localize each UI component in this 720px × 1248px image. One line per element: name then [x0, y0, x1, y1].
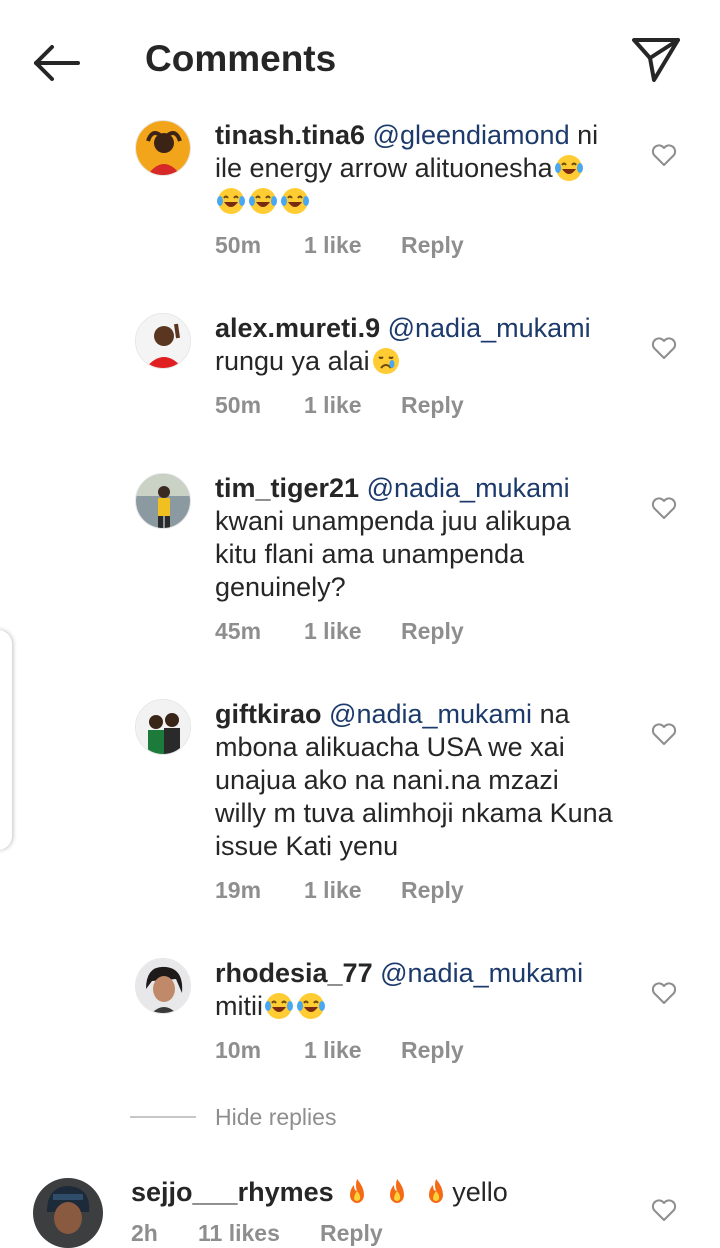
- comment-time: 50m: [215, 232, 262, 258]
- hide-replies-label: Hide replies: [215, 1104, 337, 1130]
- comment-username[interactable]: tim_tiger21: [215, 473, 359, 503]
- likes-count[interactable]: 1 like: [304, 232, 362, 259]
- comment-text: tim_tiger21 @nadia_mukami kwani unampend…: [215, 472, 615, 604]
- comment-time: 45m: [215, 618, 262, 644]
- comment-mention[interactable]: @nadia_mukami: [329, 699, 532, 729]
- fire-emoji-icon: [389, 1179, 404, 1203]
- fire-emoji-icon: [350, 1179, 365, 1203]
- laughing-tears-emoji-icon: [554, 155, 583, 181]
- heart-icon[interactable]: [651, 1198, 677, 1222]
- share-button[interactable]: [628, 34, 684, 84]
- comment-username[interactable]: sejjo___rhymes: [131, 1177, 334, 1207]
- reply-button[interactable]: Reply: [320, 1220, 383, 1247]
- avatar[interactable]: [135, 958, 191, 1014]
- likes-count[interactable]: 1 like: [304, 877, 362, 904]
- comment-time: 2h: [131, 1220, 158, 1246]
- comment-mention[interactable]: @nadia_mukami: [388, 313, 591, 343]
- hide-replies-toggle[interactable]: Hide replies: [130, 1104, 530, 1134]
- heart-icon[interactable]: [651, 496, 677, 520]
- likes-count[interactable]: 1 like: [304, 1037, 362, 1064]
- comment-username[interactable]: rhodesia_77: [215, 958, 373, 988]
- comment-username[interactable]: tinash.tina6: [215, 120, 365, 150]
- likes-count[interactable]: 1 like: [304, 618, 362, 645]
- comment-body: rungu ya alai: [215, 346, 370, 376]
- comment-text: sejjo___rhymes yello: [131, 1176, 531, 1209]
- comment-time: 19m: [215, 877, 262, 903]
- comment-mention[interactable]: @nadia_mukami: [380, 958, 583, 988]
- page-title: Comments: [145, 38, 337, 79]
- comment-username[interactable]: alex.mureti.9: [215, 313, 380, 343]
- comment-text: alex.mureti.9 @nadia_mukami rungu ya ala…: [215, 312, 615, 378]
- heart-icon[interactable]: [651, 722, 677, 746]
- laughing-tears-emoji-icon: [265, 993, 293, 1019]
- comment-body: kwani unampenda juu alikupa kitu flani a…: [215, 506, 571, 602]
- back-button[interactable]: [28, 40, 84, 86]
- heart-icon[interactable]: [651, 143, 677, 167]
- avatar[interactable]: [135, 699, 191, 755]
- comment-text: rhodesia_77 @nadia_mukami mitii: [215, 957, 615, 1023]
- comment-time: 10m: [215, 1037, 262, 1063]
- heart-icon[interactable]: [651, 336, 677, 360]
- reply-button[interactable]: Reply: [401, 618, 464, 645]
- heart-icon[interactable]: [651, 981, 677, 1005]
- crying-face-emoji-icon: [372, 348, 399, 374]
- send-icon: [632, 38, 680, 82]
- likes-count[interactable]: 11 likes: [198, 1220, 280, 1247]
- comment-mention[interactable]: @gleendiamond: [373, 120, 570, 150]
- laughing-tears-emoji-icon: [297, 993, 325, 1019]
- comment-time: 50m: [215, 392, 262, 418]
- comment-username[interactable]: giftkirao: [215, 699, 322, 729]
- avatar[interactable]: [135, 313, 191, 369]
- arrow-left-icon: [34, 45, 80, 81]
- header-bar: Comments: [0, 0, 720, 120]
- comment-mention[interactable]: @nadia_mukami: [367, 473, 570, 503]
- comment-body: mitii: [215, 991, 263, 1021]
- avatar[interactable]: [33, 1178, 103, 1248]
- reply-button[interactable]: Reply: [401, 877, 464, 904]
- laughing-tears-emoji-icon: [281, 188, 309, 214]
- reply-button[interactable]: Reply: [401, 1037, 464, 1064]
- edge-panel-handle[interactable]: [0, 630, 12, 850]
- comment-body: yello: [452, 1177, 508, 1207]
- laughing-tears-emoji-icon: [217, 188, 245, 214]
- avatar[interactable]: [135, 120, 191, 176]
- comment-text: giftkirao @nadia_mukami na mbona alikuac…: [215, 698, 615, 863]
- avatar[interactable]: [135, 473, 191, 529]
- reply-button[interactable]: Reply: [401, 232, 464, 259]
- comment-text: tinash.tina6 @gleendiamond ni ile energy…: [215, 119, 615, 218]
- divider: [130, 1116, 196, 1118]
- fire-emoji-icon: [429, 1179, 444, 1203]
- likes-count[interactable]: 1 like: [304, 392, 362, 419]
- laughing-tears-emoji-icon: [249, 188, 277, 214]
- reply-button[interactable]: Reply: [401, 392, 464, 419]
